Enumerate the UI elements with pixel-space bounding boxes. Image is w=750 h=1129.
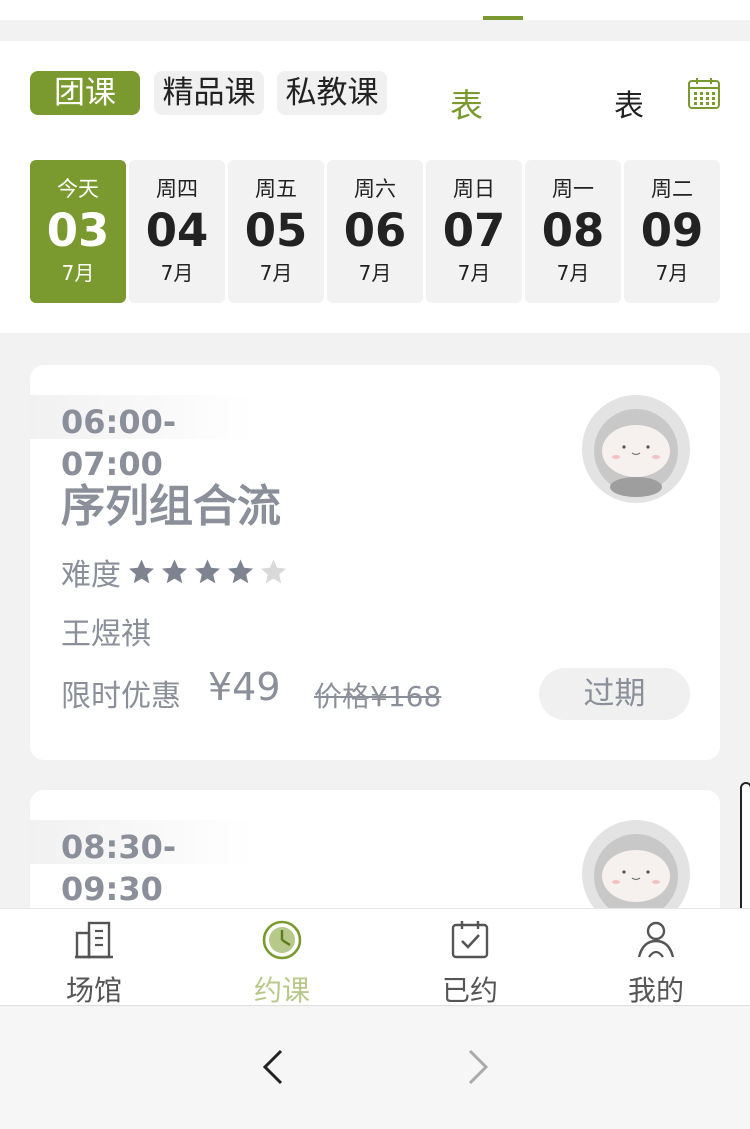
nav-label: 已约 bbox=[441, 974, 498, 1007]
date-weekday: 周五 bbox=[255, 177, 297, 201]
star-icon bbox=[162, 559, 187, 584]
nav-book-class[interactable]: 约课 bbox=[188, 909, 376, 1007]
top-tab-indicator bbox=[483, 16, 523, 20]
forward-arrow-icon[interactable] bbox=[456, 1047, 496, 1087]
tab-group-class[interactable]: 团课 bbox=[30, 71, 140, 115]
nav-label: 约课 bbox=[253, 974, 310, 1007]
building-icon bbox=[75, 921, 113, 959]
coach-avatar bbox=[582, 820, 690, 908]
star-icon bbox=[195, 559, 220, 584]
tab-schedule[interactable]: 表 bbox=[450, 79, 483, 127]
star-icon bbox=[129, 559, 154, 584]
date-weekday: 周六 bbox=[354, 177, 396, 201]
status-button[interactable]: 过期 bbox=[539, 668, 690, 720]
date-item[interactable]: 周日 07 7月 bbox=[426, 160, 522, 303]
date-day: 04 bbox=[145, 204, 209, 257]
date-weekday: 周四 bbox=[156, 177, 198, 201]
date-month: 7月 bbox=[160, 261, 194, 285]
nav-booked[interactable]: 已约 bbox=[376, 909, 564, 1007]
date-weekday: 周一 bbox=[552, 177, 594, 201]
bottom-nav: 场馆 约课 已约 我的 bbox=[0, 908, 750, 1007]
browser-toolbar bbox=[0, 1007, 750, 1129]
clock-icon bbox=[262, 920, 302, 960]
date-item[interactable]: 周四 04 7月 bbox=[129, 160, 225, 303]
date-day: 03 bbox=[46, 204, 110, 257]
course-header: 团课 精品课 私教课 表 表 今天 03 7月 周四 04 7月 周五 05 7… bbox=[0, 41, 750, 333]
coach-name: 王煜祺 bbox=[61, 617, 151, 652]
top-strip bbox=[0, 0, 750, 20]
back-arrow-icon[interactable] bbox=[255, 1047, 295, 1087]
date-month: 7月 bbox=[358, 261, 392, 285]
star-icon bbox=[228, 559, 253, 584]
date-item[interactable]: 周二 09 7月 bbox=[624, 160, 720, 303]
nav-label: 场馆 bbox=[65, 974, 122, 1007]
user-icon bbox=[637, 921, 675, 958]
star-icon bbox=[261, 559, 286, 584]
date-item[interactable]: 周一 08 7月 bbox=[525, 160, 621, 303]
date-item-today[interactable]: 今天 03 7月 bbox=[30, 160, 126, 303]
date-month: 7月 bbox=[655, 261, 689, 285]
nav-mine[interactable]: 我的 bbox=[562, 909, 750, 1007]
tab-premium-class[interactable]: 精品课 bbox=[154, 71, 264, 115]
tab-schedule-clipped[interactable]: 表 bbox=[614, 81, 654, 121]
nav-label: 我的 bbox=[627, 974, 684, 1007]
date-month: 7月 bbox=[259, 261, 293, 285]
date-item[interactable]: 周六 06 7月 bbox=[327, 160, 423, 303]
date-weekday: 周日 bbox=[453, 177, 495, 201]
course-card[interactable]: 06:00-07:00 序列组合流 难度 王煜祺 限时优惠 ¥49 价格¥168… bbox=[30, 365, 720, 760]
date-day: 06 bbox=[343, 204, 407, 257]
promo-price: ¥49 bbox=[208, 665, 281, 709]
date-day: 07 bbox=[442, 204, 506, 257]
date-month: 7月 bbox=[556, 261, 590, 285]
course-card[interactable]: 08:30-09:30 bbox=[30, 790, 720, 908]
course-title: 序列组合流 bbox=[61, 481, 281, 532]
date-weekday: 今天 bbox=[57, 177, 99, 201]
difficulty-row: 难度 bbox=[61, 550, 290, 594]
date-item[interactable]: 周五 05 7月 bbox=[228, 160, 324, 303]
difficulty-label: 难度 bbox=[61, 558, 121, 593]
date-day: 09 bbox=[640, 204, 704, 257]
nav-venue[interactable]: 场馆 bbox=[0, 909, 188, 1007]
calendar-check-icon bbox=[451, 921, 489, 959]
calendar-icon[interactable] bbox=[687, 76, 721, 110]
date-day: 08 bbox=[541, 204, 605, 257]
original-price: 价格¥168 bbox=[314, 680, 442, 713]
coach-avatar bbox=[582, 395, 690, 503]
tab-private-class[interactable]: 私教课 bbox=[277, 71, 387, 115]
promo-label: 限时优惠 bbox=[61, 679, 181, 714]
date-weekday: 周二 bbox=[651, 177, 693, 201]
date-month: 7月 bbox=[61, 261, 95, 285]
date-month: 7月 bbox=[457, 261, 491, 285]
difficulty-stars bbox=[125, 557, 290, 587]
date-day: 05 bbox=[244, 204, 308, 257]
course-time: 08:30-09:30 bbox=[61, 828, 177, 908]
